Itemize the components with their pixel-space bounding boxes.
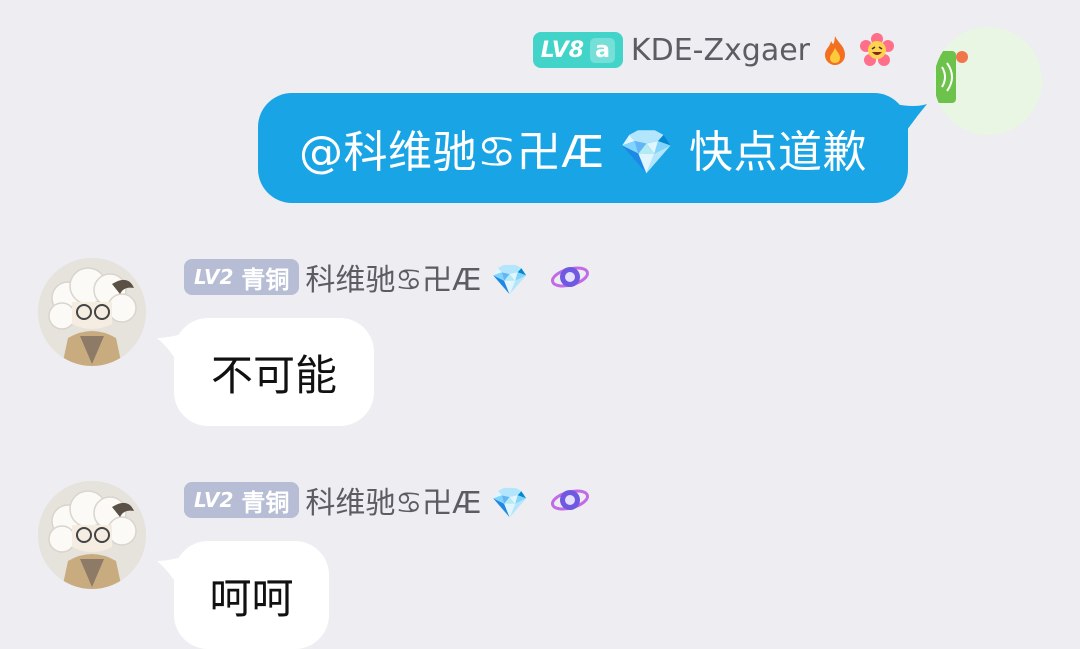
level-badge[interactable]: LV8 a: [532, 32, 623, 68]
flower-face-emoji: [860, 33, 894, 66]
outgoing-sender-header: LV8 a KDE-Zxgaer: [532, 28, 894, 72]
rank-text: 青铜: [241, 488, 290, 517]
level-badge[interactable]: LV2 青铜: [184, 482, 300, 518]
level-text: LV2: [194, 488, 234, 512]
level-badge[interactable]: LV2 青铜: [184, 259, 300, 295]
level-text: LV8: [540, 37, 585, 63]
sender-name[interactable]: 科维驰♋卍Æ 💎: [305, 478, 528, 522]
sender-name[interactable]: 科维驰♋卍Æ 💎: [305, 255, 528, 299]
outgoing-message-bubble[interactable]: @科维驰♋卍Æ 💎 快点道歉: [258, 93, 908, 203]
incoming-message-bubble[interactable]: 不可能: [174, 318, 374, 426]
fire-emoji: [825, 36, 845, 65]
galaxy-icon: [551, 266, 590, 288]
level-tag: a: [590, 37, 615, 63]
incoming-sender-header: LV2 青铜 科维驰♋卍Æ 💎: [184, 255, 592, 299]
incoming-message-bubble[interactable]: 呵呵: [174, 541, 329, 649]
bubble-tail: [895, 104, 927, 130]
avatar-image: [934, 27, 1042, 135]
message-text: 呵呵: [209, 573, 294, 623]
sender-name[interactable]: KDE-Zxgaer: [631, 33, 810, 68]
contact-avatar[interactable]: [38, 481, 146, 589]
level-text: LV2: [194, 265, 234, 289]
galaxy-icon: [551, 489, 590, 511]
rank-text: 青铜: [241, 265, 290, 294]
message-text: @科维驰♋卍Æ 💎 快点道歉: [298, 127, 868, 178]
message-text: 不可能: [210, 350, 337, 400]
own-avatar[interactable]: [934, 27, 1042, 135]
contact-avatar[interactable]: [38, 258, 146, 366]
sheep-avatar-image: [38, 481, 146, 589]
incoming-sender-header: LV2 青铜 科维驰♋卍Æ 💎: [184, 478, 592, 522]
sheep-avatar-image: [38, 258, 146, 366]
